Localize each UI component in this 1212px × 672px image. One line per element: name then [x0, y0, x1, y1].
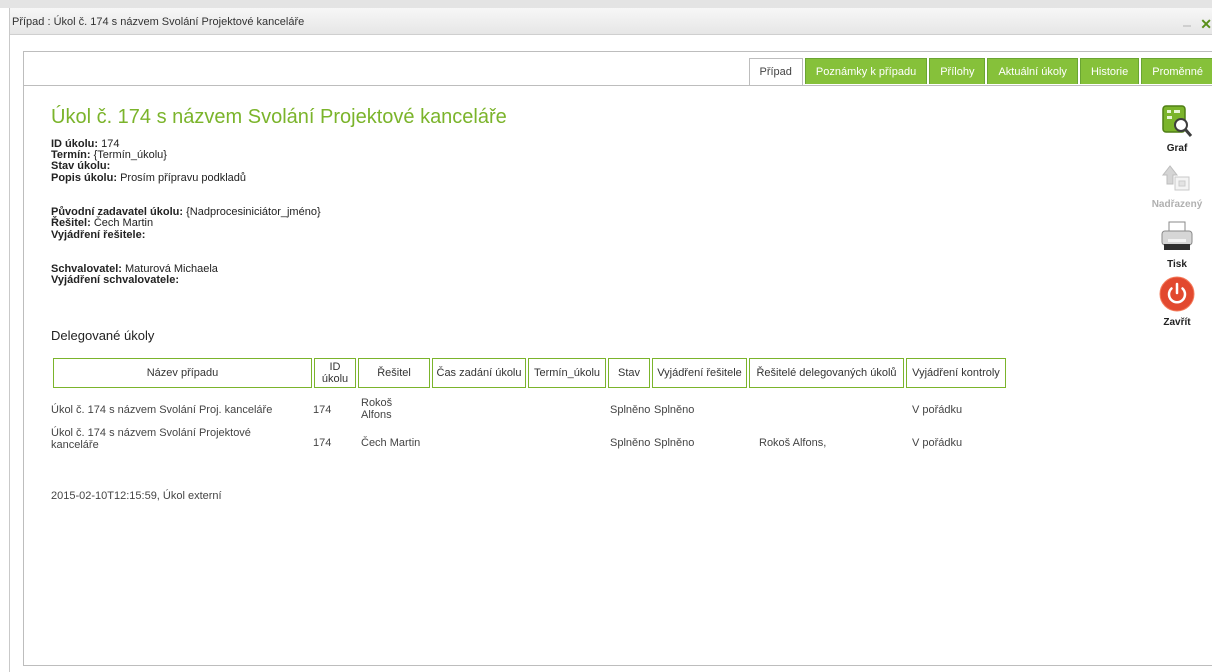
parent-label: Nadřazený [1151, 199, 1203, 210]
column-header: Čas zadání úkolu [432, 358, 526, 388]
field-value: Prosím přípravu podkladů [120, 172, 247, 184]
power-icon [1159, 276, 1195, 312]
close-case-label: Zavřít [1163, 317, 1191, 328]
table-cell-solver: Čech Martin [361, 437, 421, 449]
table-cell-id: 174 [313, 404, 332, 416]
table-cell-status: Splněno [610, 404, 651, 416]
field-approver-statement: Vyjádření schvalovatele: [51, 275, 179, 286]
table-cell-solver-statement: Splněno [654, 404, 695, 416]
table-cell-delegated-solvers: Rokoš Alfons, [759, 437, 827, 449]
field-label: Popis úkolu: [51, 172, 117, 184]
page-title: Úkol č. 174 s názvem Svolání Projektové … [51, 106, 507, 128]
table-cell-control: V pořádku [912, 437, 963, 449]
column-header: Termín_úkolu [528, 358, 606, 388]
close-button[interactable]: ✕ [1200, 17, 1212, 31]
field-label: Stav úkolu: [51, 160, 111, 172]
field-description: Popis úkolu: Prosím přípravu podkladů [51, 173, 246, 184]
table-cell-control: V pořádku [912, 404, 963, 416]
parent-up-icon [1161, 165, 1190, 191]
table-cell-solver: Rokoš Alfons [361, 397, 393, 421]
field-label: Vyjádření schvalovatele: [51, 274, 179, 286]
tab-aktualni-ukoly[interactable]: Aktuální úkoly [987, 58, 1078, 84]
column-header: Vyjádření řešitele [652, 358, 747, 388]
delegated-section-title: Delegované úkoly [51, 328, 155, 343]
field-value: Čech Martin [93, 217, 154, 229]
field-value: {Nadprocesiniciátor_jméno} [186, 206, 321, 218]
table-cell-solver-statement: Splněno [654, 437, 695, 449]
column-header: Stav [608, 358, 650, 388]
close-case-button[interactable]: Zavřít [1147, 276, 1207, 328]
tab-divider [24, 85, 1212, 86]
column-header: ID úkolu [314, 358, 356, 388]
tab-pripad[interactable]: Případ [748, 58, 803, 86]
tab-poznamky[interactable]: Poznámky k případu [804, 58, 928, 84]
field-solver-statement: Vyjádření řešitele: [51, 230, 145, 241]
field-solver: Řešitel: Čech Martin [51, 218, 153, 229]
case-window: Případ : Úkol č. 174 s názvem Svolání Pr… [9, 8, 1212, 672]
table-cell-id: 174 [313, 437, 332, 449]
case-panel: Případ Poznámky k případu Přílohy Aktuál… [23, 51, 1212, 666]
tab-historie[interactable]: Historie [1079, 58, 1140, 84]
print-button[interactable]: Tisk [1147, 220, 1207, 270]
field-status: Stav úkolu: [51, 161, 110, 172]
column-header: Řešitel [358, 358, 430, 388]
window-titlebar: Případ : Úkol č. 174 s názvem Svolání Pr… [10, 8, 1212, 35]
graph-button[interactable]: Graf [1147, 104, 1207, 154]
parent-button[interactable]: Nadřazený [1147, 164, 1207, 210]
top-strip [0, 0, 1212, 8]
minimize-button[interactable] [1183, 25, 1191, 27]
printer-icon [1161, 221, 1193, 250]
print-label: Tisk [1167, 259, 1187, 270]
case-footer-note: 2015-02-10T12:15:59, Úkol externí [51, 490, 222, 502]
graph-icon [1162, 105, 1193, 137]
field-label: Řešitel: [51, 217, 91, 229]
tab-promenne[interactable]: Proměnné [1141, 58, 1212, 84]
window-title: Případ : Úkol č. 174 s názvem Svolání Pr… [12, 16, 305, 28]
column-header: Řešitelé delegovaných úkolů [749, 358, 904, 388]
table-cell-status: Splněno [610, 437, 651, 449]
column-header: Vyjádření kontroly [906, 358, 1006, 388]
table-cell-name: Úkol č. 174 s názvem Svolání Proj. kance… [51, 404, 273, 416]
graph-label: Graf [1166, 143, 1188, 154]
field-label: Vyjádření řešitele: [51, 229, 146, 241]
tab-prilohy[interactable]: Přílohy [929, 58, 986, 84]
column-header: Název případu [53, 358, 312, 388]
tab-bar: Případ Poznámky k případu Přílohy Aktuál… [747, 58, 1212, 86]
delegated-table-header: Název případu ID úkolu Řešitel Čas zadán… [51, 356, 1008, 390]
table-cell-name: Úkol č. 174 s názvem Svolání Projektové … [51, 427, 251, 451]
